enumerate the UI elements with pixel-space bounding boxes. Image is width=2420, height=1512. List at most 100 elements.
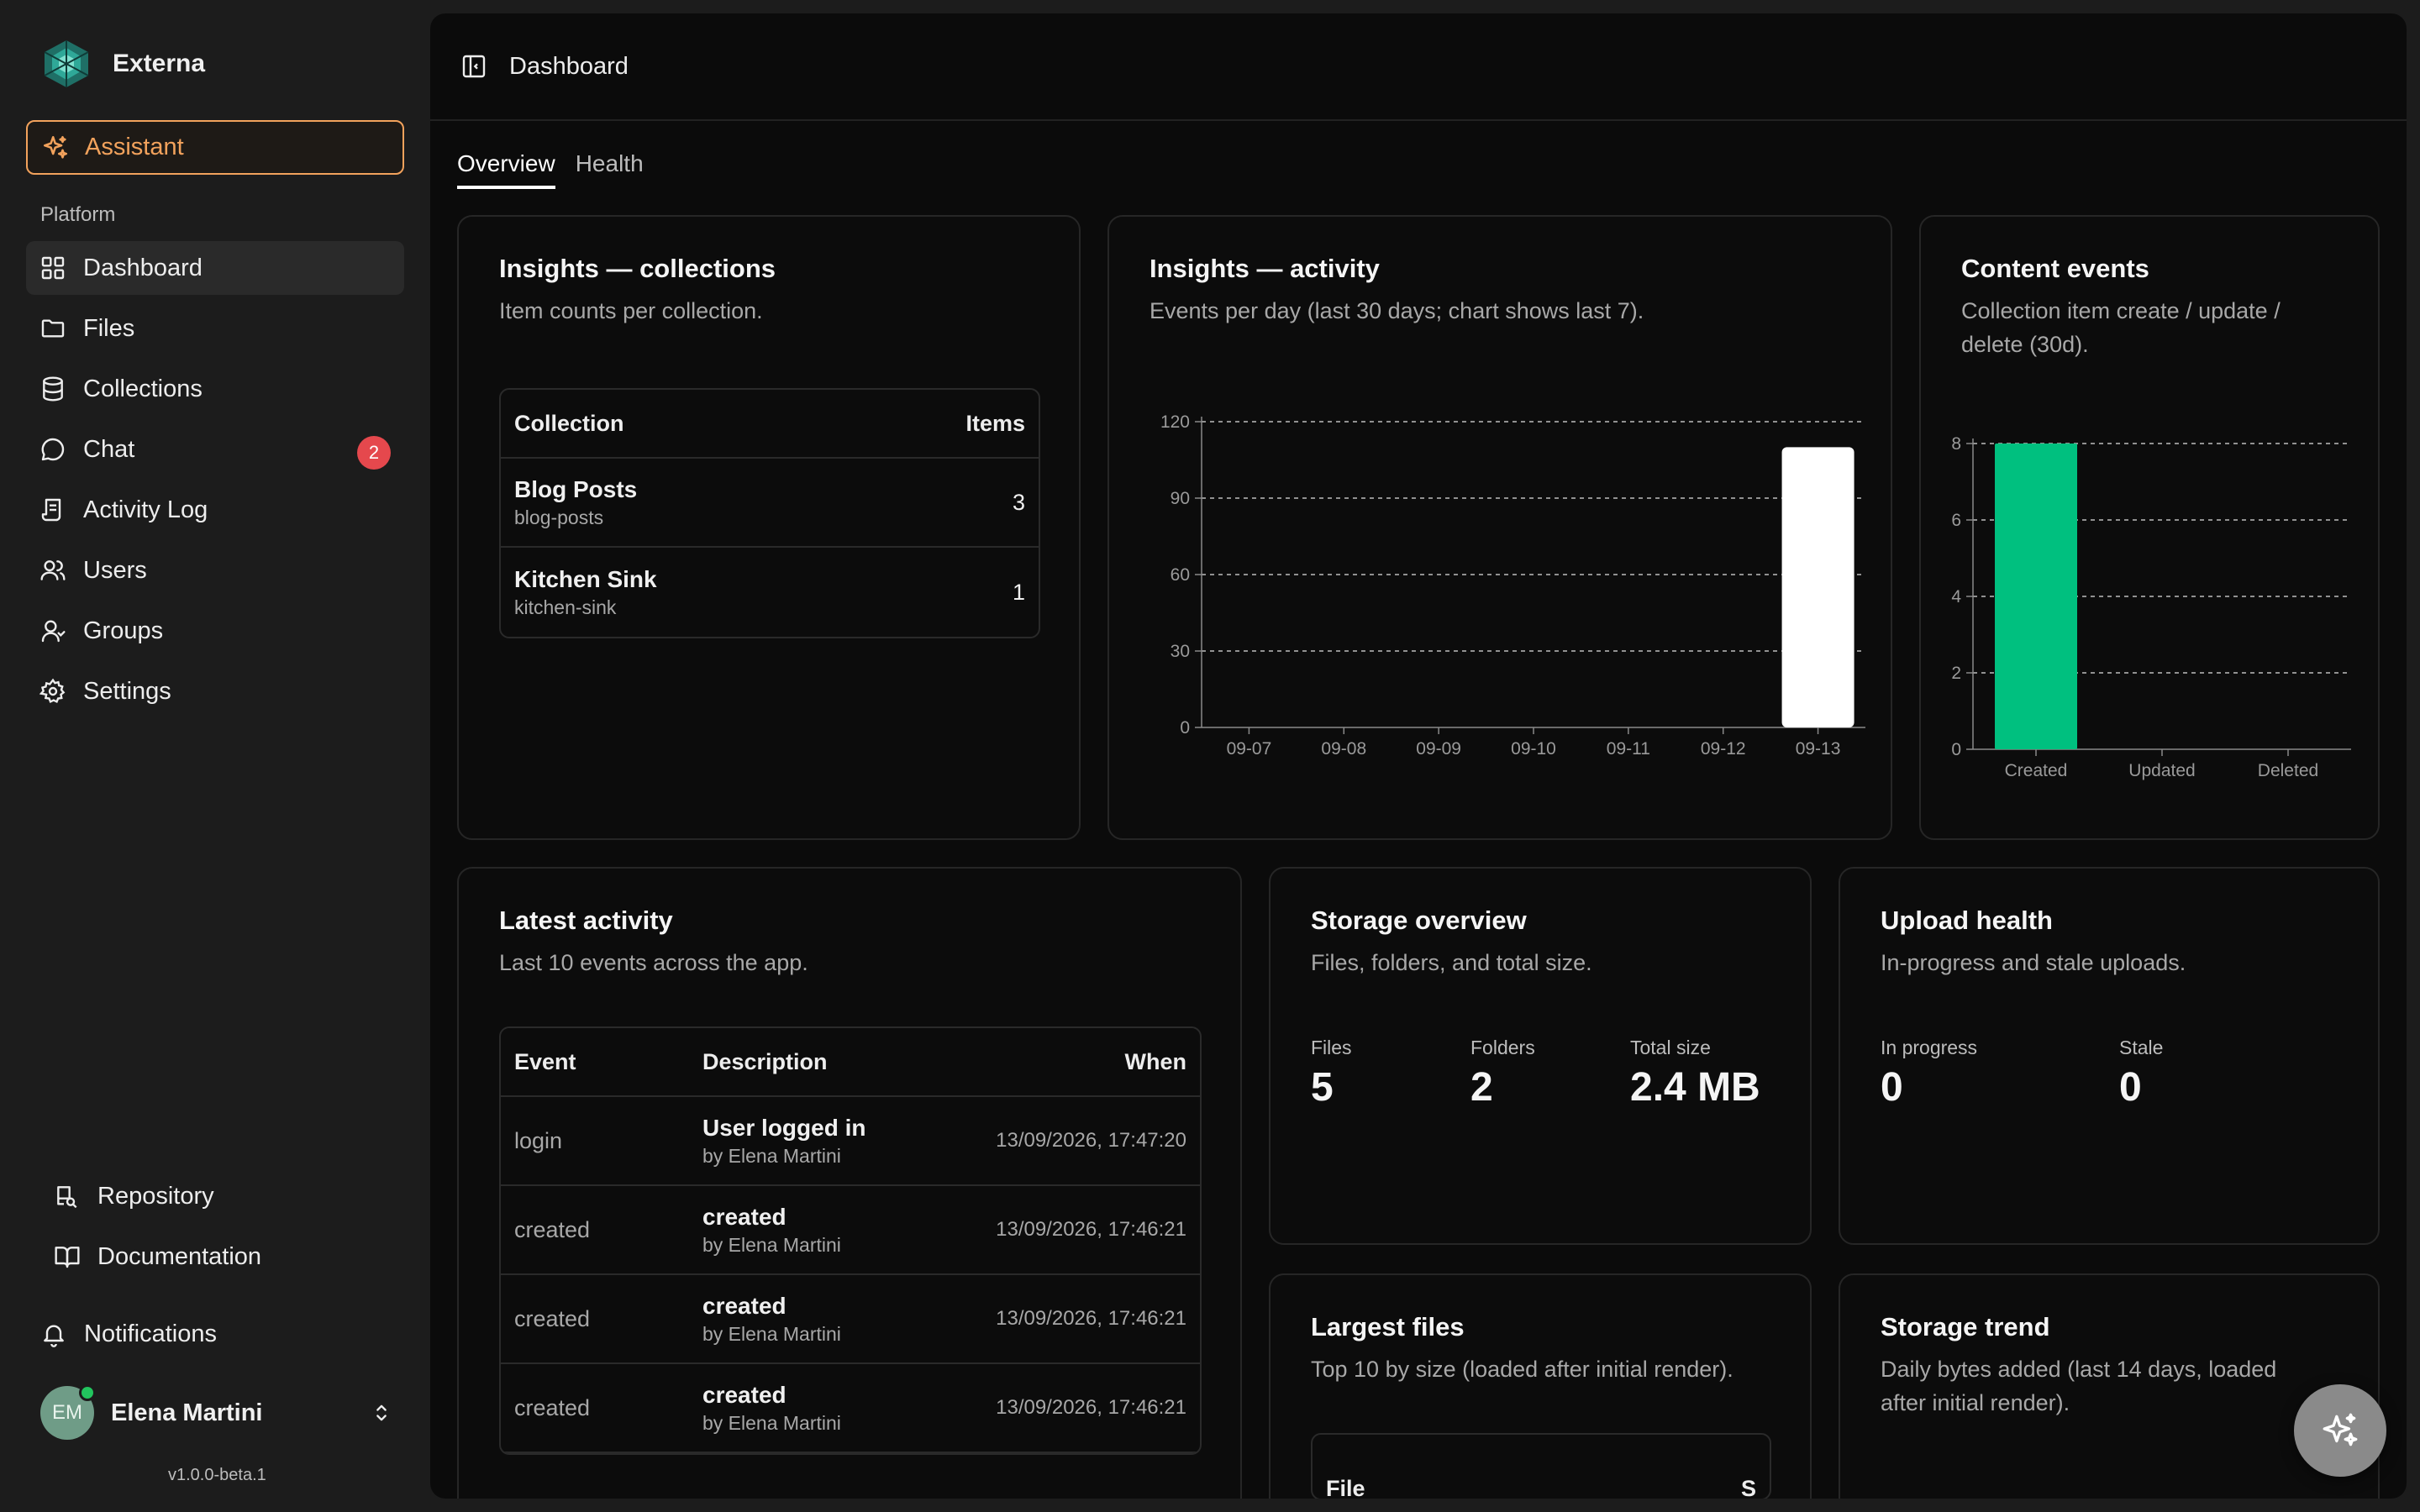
sidebar-item-label: Dashboard [83,254,203,281]
stat-folders: Folders 2 [1470,1037,1535,1110]
event-timestamp: 13/09/2026, 17:46:21 [996,1396,1186,1419]
stat-value: 5 [1311,1065,1334,1110]
table-header: Event Description When [501,1028,1200,1097]
table-row[interactable]: created created by Elena Martini 13/09/20… [501,1186,1200,1275]
event-description: created [702,1203,786,1230]
sidebar-item-activity-log[interactable]: Activity Log [26,483,404,537]
user-menu[interactable]: EM Elena Martini [40,1383,393,1442]
repository-link[interactable]: Repository [40,1166,402,1226]
card-title: Insights — collections [499,254,776,283]
x-tick-label: Created [2005,761,2068,780]
sparkles-icon [2323,1413,2358,1446]
sidebar-item-chat[interactable]: Chat 2 [26,423,404,476]
stat-label: Stale [2119,1037,2164,1058]
column-header-file: File [1326,1476,1365,1499]
sidebar-item-dashboard[interactable]: Dashboard [26,241,404,295]
sidebar-bottom-links: Repository Documentation [40,1166,402,1287]
collections-table: Collection Items Blog Posts blog-posts 3… [499,388,1040,638]
brand[interactable]: Externa [40,39,205,89]
table-row[interactable]: login User logged in by Elena Martini 13/… [501,1097,1200,1186]
chat-icon [41,438,65,461]
documentation-label: Documentation [97,1242,262,1270]
y-tick-label: 0 [1951,740,1961,759]
assistant-fab-button[interactable] [2294,1384,2386,1477]
sidebar-item-users[interactable]: Users [26,543,404,597]
event-description: created [702,1381,786,1408]
event-type: created [514,1394,591,1420]
card-title: Storage overview [1311,906,1527,935]
x-tick-label: 09-11 [1607,739,1650,759]
collection-slug: kitchen-sink [514,596,617,618]
y-tick-label: 4 [1951,587,1961,606]
topbar: Dashboard [430,13,2407,121]
brand-name: Externa [113,50,206,77]
user-name: Elena Martini [111,1399,263,1426]
card-subtitle-line: after initial render). [1881,1390,2070,1415]
collection-name: Kitchen Sink [514,565,657,592]
sidebar-item-settings[interactable]: Settings [26,664,404,718]
online-status-dot [79,1384,96,1401]
group-icon [41,620,66,643]
assistant-button[interactable]: Assistant [26,120,404,175]
stat-files: Files 5 [1311,1037,1352,1110]
repository-icon [57,1186,77,1209]
table-header: File S [1313,1435,1770,1499]
event-timestamp: 13/09/2026, 17:46:21 [996,1218,1186,1241]
table-row[interactable]: created created by Elena Martini 13/09/20… [501,1364,1200,1453]
stat-value: 2.4 MB [1630,1065,1760,1110]
folder-icon [41,319,65,338]
externa-logo-icon [44,40,89,87]
x-tick-label: 09-07 [1227,739,1272,759]
sidebar-item-label: Users [83,556,147,584]
sidebar-item-groups[interactable]: Groups [26,604,404,658]
column-header-description: Description [702,1048,828,1074]
column-header-items: Items [965,410,1025,436]
stat-label: Total size [1630,1037,1711,1058]
collections-card: Insights — collections Item counts per c… [457,215,1081,840]
event-actor: by Elena Martini [702,1411,841,1434]
assistant-label: Assistant [85,134,184,160]
table-row[interactable]: created created by Elena Martini 13/09/20… [501,1275,1200,1364]
unread-badge: 2 [357,436,391,470]
largest-files-table: File S [1311,1433,1771,1499]
bar[interactable] [1995,444,2077,749]
sidebar-item-files[interactable]: Files [26,302,404,355]
app-version: v1.0.0-beta.1 [168,1466,266,1484]
tabs: Overview Health [457,150,644,189]
y-tick-label: 8 [1951,434,1961,454]
gear-icon [39,678,66,704]
storage-trend-card: Storage trend Daily bytes added (last 14… [1839,1273,2380,1499]
sidebar-toggle-icon[interactable] [460,53,487,80]
chevron-up-down-icon [376,1404,387,1421]
card-subtitle: Item counts per collection. [499,298,763,323]
page-title: Dashboard [509,52,629,80]
tab-overview[interactable]: Overview [457,150,555,189]
event-timestamp: 13/09/2026, 17:46:21 [996,1307,1186,1330]
x-tick-label: 09-08 [1321,739,1366,759]
card-title: Latest activity [499,906,673,935]
table-row[interactable]: Kitchen Sink kitchen-sink 1 [501,548,1039,637]
main-panel: Dashboard Overview Health Insights — col… [430,13,2407,1499]
y-tick-label: 6 [1951,511,1961,530]
sidebar-item-collections[interactable]: Collections [26,362,404,416]
tab-health[interactable]: Health [576,150,644,189]
bar[interactable] [1781,447,1854,727]
sidebar-nav: Dashboard Files Collections Chat 2 Activ… [26,241,404,725]
x-tick-label: Updated [2128,761,2195,780]
card-title: Storage trend [1881,1312,2050,1341]
card-subtitle-line: delete (30d). [1961,332,2089,357]
event-type: login [514,1127,563,1153]
table-row[interactable]: Blog Posts blog-posts 3 [501,459,1039,548]
sparkles-icon [43,135,68,159]
sidebar-item-label: Collections [83,375,203,402]
notifications-link[interactable]: Notifications [40,1305,217,1362]
y-tick-label: 0 [1180,718,1190,738]
event-description: created [702,1292,786,1319]
column-header-when: When [1124,1048,1187,1074]
stat-value: 2 [1470,1065,1493,1110]
card-title: Largest files [1311,1312,1465,1341]
activity-chart-card: Insights — activity Events per day (last… [1107,215,1892,840]
documentation-link[interactable]: Documentation [40,1226,402,1287]
storage-overview-card: Storage overview Files, folders, and tot… [1269,867,1812,1245]
collection-name: Blog Posts [514,475,638,502]
